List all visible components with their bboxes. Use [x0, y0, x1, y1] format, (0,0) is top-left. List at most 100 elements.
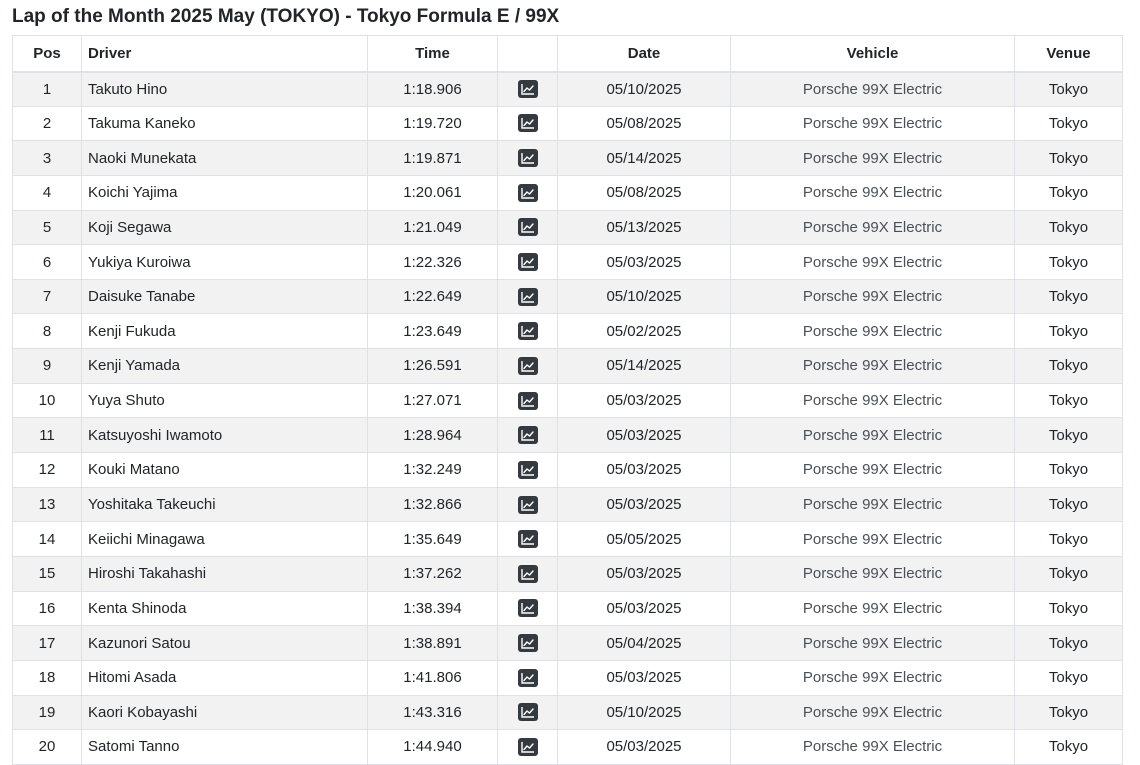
- date-cell: 05/04/2025: [557, 625, 731, 661]
- driver-cell: Kenji Fukuda: [81, 313, 368, 350]
- venue-cell: Tokyo: [1014, 313, 1123, 350]
- chart-cell: [497, 209, 558, 246]
- line-chart-icon[interactable]: [517, 218, 538, 237]
- line-chart-icon[interactable]: [517, 634, 538, 653]
- date-cell: 05/03/2025: [557, 590, 731, 627]
- driver-cell: Satomi Tanno: [81, 729, 368, 765]
- pos-cell: 9: [12, 348, 82, 384]
- driver-cell: Hitomi Asada: [81, 659, 368, 696]
- venue-cell: Tokyo: [1014, 348, 1123, 384]
- driver-cell: Keiichi Minagawa: [81, 521, 368, 557]
- table-row: 11 Katsuyoshi Iwamoto 1:28.964 05/03/2025 Po…: [12, 417, 1123, 454]
- chart-cell: [497, 105, 558, 142]
- line-chart-icon[interactable]: [517, 356, 538, 375]
- venue-cell: Tokyo: [1014, 521, 1123, 557]
- line-chart-icon[interactable]: [517, 80, 538, 99]
- line-chart-icon[interactable]: [517, 738, 538, 756]
- vehicle-cell: Porsche 99X Electric: [730, 209, 1015, 246]
- table-row: 17 Kazunori Satou 1:38.891 05/04/2025 Porsch…: [12, 625, 1123, 661]
- chart-cell: [497, 278, 558, 315]
- chart-cell: [497, 625, 558, 661]
- date-cell: 05/03/2025: [557, 417, 731, 454]
- date-cell: 05/03/2025: [557, 486, 731, 523]
- line-chart-icon[interactable]: [517, 183, 538, 202]
- line-chart-icon[interactable]: [517, 114, 538, 133]
- line-chart-icon[interactable]: [517, 668, 538, 687]
- table-row: 20 Satomi Tanno 1:44.940 05/03/2025 Porsche …: [12, 729, 1123, 765]
- venue-cell: Tokyo: [1014, 140, 1123, 176]
- pos-cell: 16: [12, 590, 82, 627]
- pos-cell: 4: [12, 174, 82, 211]
- line-chart-icon[interactable]: [517, 495, 538, 514]
- chart-cell: [497, 590, 558, 627]
- vehicle-cell: Porsche 99X Electric: [730, 417, 1015, 454]
- time-cell: 1:32.249: [367, 452, 498, 488]
- chart-cell: [497, 521, 558, 557]
- line-chart-icon[interactable]: [517, 322, 538, 341]
- pos-cell: 11: [12, 417, 82, 454]
- table-row: 16 Kenta Shinoda 1:38.394 05/03/2025 Porsche…: [12, 590, 1123, 627]
- line-chart-icon[interactable]: [517, 391, 538, 410]
- venue-cell: Tokyo: [1014, 729, 1123, 765]
- time-cell: 1:18.906: [367, 71, 498, 107]
- date-cell: 05/14/2025: [557, 348, 731, 384]
- date-cell: 05/03/2025: [557, 659, 731, 696]
- pos-cell: 3: [12, 140, 82, 176]
- time-cell: 1:41.806: [367, 659, 498, 696]
- line-chart-icon[interactable]: [517, 564, 538, 583]
- line-chart-icon[interactable]: [517, 703, 538, 722]
- date-cell: 05/13/2025: [557, 209, 731, 246]
- pos-cell: 5: [12, 209, 82, 246]
- driver-cell: Yuya Shuto: [81, 382, 368, 419]
- line-chart-icon[interactable]: [517, 599, 538, 618]
- venue-cell: Tokyo: [1014, 694, 1123, 731]
- date-cell: 05/03/2025: [557, 382, 731, 419]
- line-chart-icon[interactable]: [517, 426, 538, 445]
- venue-cell: Tokyo: [1014, 209, 1123, 246]
- pos-cell: 6: [12, 244, 82, 280]
- time-cell: 1:28.964: [367, 417, 498, 454]
- chart-cell: [497, 452, 558, 488]
- table-row: 5 Koji Segawa 1:21.049 05/13/2025 Porsche 99…: [12, 209, 1123, 246]
- driver-cell: Naoki Munekata: [81, 140, 368, 176]
- venue-cell: Tokyo: [1014, 174, 1123, 211]
- time-cell: 1:19.720: [367, 105, 498, 142]
- time-cell: 1:44.940: [367, 729, 498, 765]
- header-date: Date: [557, 35, 731, 73]
- time-cell: 1:35.649: [367, 521, 498, 557]
- table-row: 7 Daisuke Tanabe 1:22.649 05/10/2025 Porsche…: [12, 278, 1123, 315]
- time-cell: 1:21.049: [367, 209, 498, 246]
- vehicle-cell: Porsche 99X Electric: [730, 313, 1015, 350]
- line-chart-icon[interactable]: [517, 253, 538, 272]
- driver-cell: Katsuyoshi Iwamoto: [81, 417, 368, 454]
- line-chart-icon[interactable]: [517, 149, 538, 168]
- time-cell: 1:19.871: [367, 140, 498, 176]
- vehicle-cell: Porsche 99X Electric: [730, 348, 1015, 384]
- vehicle-cell: Porsche 99X Electric: [730, 382, 1015, 419]
- pos-cell: 1: [12, 71, 82, 107]
- vehicle-cell: Porsche 99X Electric: [730, 729, 1015, 765]
- table-body: 1 Takuto Hino 1:18.906 05/10/2025 Porsche 99…: [12, 71, 1123, 765]
- chart-cell: [497, 244, 558, 280]
- vehicle-cell: Porsche 99X Electric: [730, 71, 1015, 107]
- venue-cell: Tokyo: [1014, 555, 1123, 592]
- chart-cell: [497, 313, 558, 350]
- time-cell: 1:26.591: [367, 348, 498, 384]
- chart-cell: [497, 659, 558, 696]
- table-row: 1 Takuto Hino 1:18.906 05/10/2025 Porsche 99…: [12, 71, 1123, 107]
- chart-cell: [497, 140, 558, 176]
- line-chart-icon[interactable]: [517, 530, 538, 549]
- table-row: 14 Keiichi Minagawa 1:35.649 05/05/2025 Pors…: [12, 521, 1123, 557]
- time-cell: 1:38.891: [367, 625, 498, 661]
- vehicle-cell: Porsche 99X Electric: [730, 140, 1015, 176]
- line-chart-icon[interactable]: [517, 460, 538, 479]
- driver-cell: Takuto Hino: [81, 71, 368, 107]
- page-title: Lap of the Month 2025 May (TOKYO) - Toky…: [12, 6, 560, 27]
- driver-cell: Kaori Kobayashi: [81, 694, 368, 731]
- vehicle-cell: Porsche 99X Electric: [730, 105, 1015, 142]
- pos-cell: 12: [12, 452, 82, 488]
- driver-cell: Kazunori Satou: [81, 625, 368, 661]
- pos-cell: 8: [12, 313, 82, 350]
- pos-cell: 7: [12, 278, 82, 315]
- line-chart-icon[interactable]: [517, 287, 538, 306]
